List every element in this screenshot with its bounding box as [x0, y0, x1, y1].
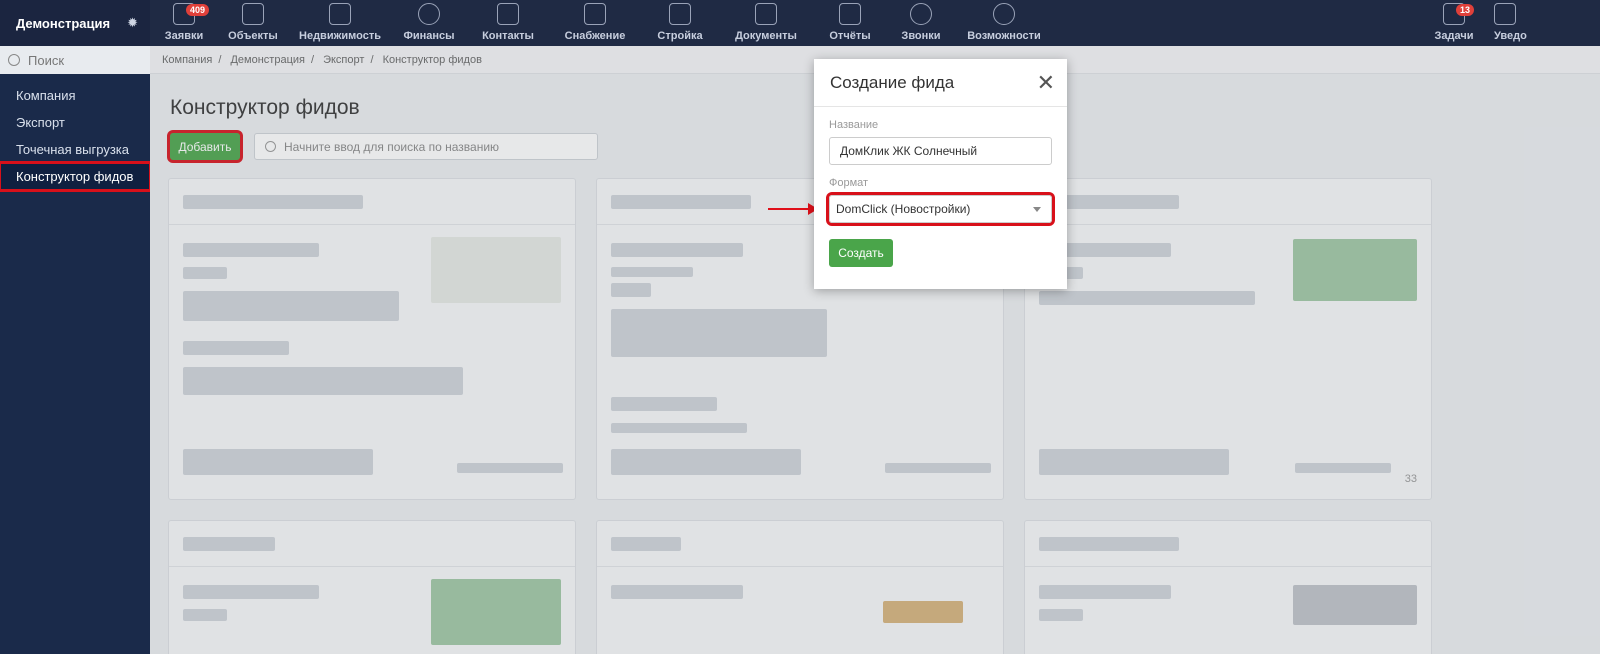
report-icon [839, 3, 861, 25]
nav-label: Возможности [967, 30, 1041, 42]
nav-label: Звонки [901, 30, 941, 42]
nav-label: Документы [735, 30, 797, 42]
nav-item-contacts[interactable]: Контакты [466, 0, 550, 46]
nav-label: Контакты [482, 30, 534, 42]
document-icon [755, 3, 777, 25]
format-select[interactable]: DomClick (Новостройки) [829, 195, 1052, 223]
search-icon [8, 54, 20, 66]
sidebar-item-feed-builder[interactable]: Конструктор фидов [0, 161, 152, 192]
sidebar-search[interactable]: Поиск [0, 46, 150, 74]
create-feed-dialog: Создание фида ✕ Название ДомКлик ЖК Солн… [814, 59, 1067, 289]
tasks-badge: 13 [1456, 4, 1475, 16]
annotation-arrow [768, 203, 818, 215]
construction-icon [669, 3, 691, 25]
nav-label: Объекты [228, 30, 278, 42]
phone-icon [910, 3, 932, 25]
sidebar-item-point-export[interactable]: Точечная выгрузка [0, 136, 150, 163]
nav-item-objects[interactable]: Объекты [218, 0, 288, 46]
contacts-icon [497, 3, 519, 25]
brand-name: Демонстрация [16, 15, 111, 31]
buildings-icon [329, 3, 351, 25]
nav-item-construction[interactable]: Стройка [640, 0, 720, 46]
nav-item-supply[interactable]: Снабжение [550, 0, 640, 46]
close-icon[interactable]: ✕ [1037, 71, 1055, 94]
nav-item-requests[interactable]: 409 Заявки [150, 0, 218, 46]
format-label: Формат [829, 177, 869, 189]
name-label: Название [829, 119, 879, 131]
nav-label: Уведо [1494, 30, 1527, 42]
top-bar: Демонстрация ✹ 409 Заявки Объекты Недвиж… [0, 0, 1600, 46]
nav-item-documents[interactable]: Документы [720, 0, 812, 46]
bell-icon [1494, 3, 1516, 25]
dialog-title: Создание фида [830, 72, 955, 92]
nav-label: Снабжение [564, 30, 626, 42]
sidebar-item-export[interactable]: Экспорт [0, 109, 150, 136]
format-value: DomClick (Новостройки) [836, 202, 971, 216]
nav-item-reports[interactable]: Отчёты [812, 0, 888, 46]
sidebar-menu: Компания Экспорт Точечная выгрузка Конст… [0, 82, 152, 192]
objects-icon [242, 3, 264, 25]
dialog-header: Создание фида ✕ [814, 59, 1067, 107]
nav-item-features[interactable]: Возможности [954, 0, 1054, 46]
nav-label: Задачи [1434, 30, 1474, 42]
name-value: ДомКлик ЖК Солнечный [840, 144, 978, 158]
nav-label: Отчёты [829, 30, 871, 42]
nav-label: Заявки [164, 30, 204, 42]
name-field[interactable]: ДомКлик ЖК Солнечный [829, 137, 1052, 165]
ruble-icon [418, 3, 440, 25]
nav-item-tasks[interactable]: 13 Задачи [1424, 0, 1484, 46]
nav-item-calls[interactable]: Звонки [888, 0, 954, 46]
nav-item-finance[interactable]: Финансы [392, 0, 466, 46]
sidebar-search-placeholder: Поиск [28, 52, 65, 68]
nav-item-notifications[interactable]: Уведо [1484, 0, 1528, 46]
main-nav: 409 Заявки Объекты Недвижимость Финансы … [150, 0, 1528, 46]
truck-icon [584, 3, 606, 25]
nav-label: Недвижимость [299, 30, 381, 42]
nav-label: Стройка [657, 30, 703, 42]
requests-badge: 409 [186, 4, 210, 16]
create-button[interactable]: Создать [829, 239, 893, 267]
sidebar-item-company[interactable]: Компания [0, 82, 150, 109]
gear-icon [993, 3, 1015, 25]
nav-item-real-estate[interactable]: Недвижимость [288, 0, 392, 46]
chevron-down-icon [1033, 206, 1041, 212]
dialog-body: Название ДомКлик ЖК Солнечный Формат Dom… [814, 107, 1067, 279]
brand[interactable]: Демонстрация ✹ [0, 0, 150, 46]
pin-icon[interactable]: ✹ [127, 15, 138, 31]
nav-label: Финансы [403, 30, 455, 42]
sidebar: Поиск Компания Экспорт Точечная выгрузка… [0, 46, 152, 654]
